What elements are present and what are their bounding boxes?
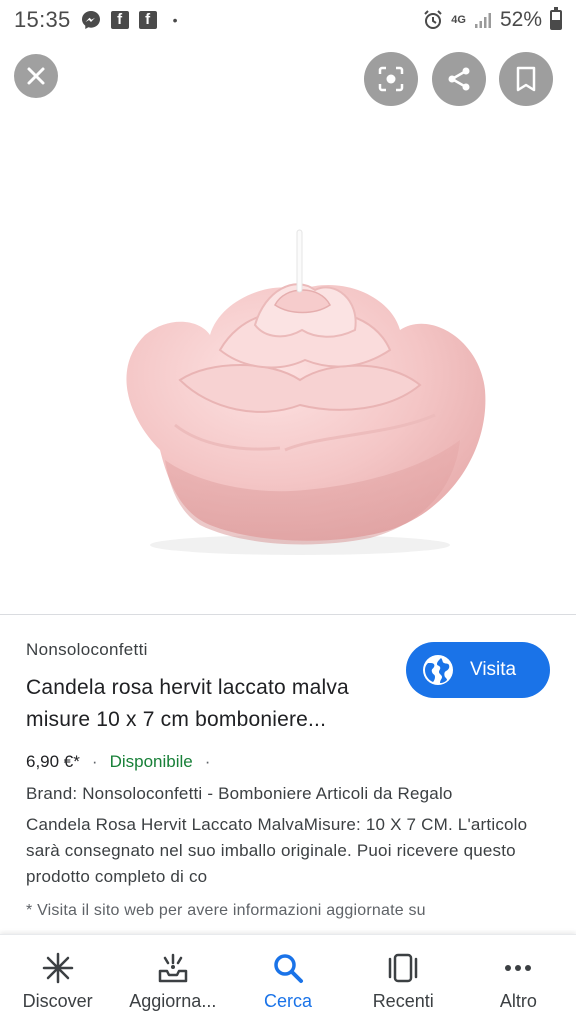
nav-discover[interactable]: Discover xyxy=(0,935,115,1024)
signal-icon xyxy=(474,11,492,29)
messenger-icon xyxy=(81,10,101,30)
nav-label: Discover xyxy=(22,991,93,1011)
network-indicator: 4G xyxy=(451,14,466,26)
nav-more[interactable]: Altro xyxy=(461,935,576,1024)
battery-icon xyxy=(550,7,562,30)
nav-label: Altro xyxy=(499,991,537,1011)
lens-button[interactable] xyxy=(364,52,418,106)
product-image[interactable] xyxy=(90,220,510,560)
alarm-icon xyxy=(423,10,443,30)
facebook-icon: f xyxy=(138,11,157,29)
trailing-separator: · xyxy=(204,752,211,771)
nav-recents[interactable]: Recenti xyxy=(346,935,461,1024)
asterisk-icon xyxy=(42,952,73,984)
dot-icon: • xyxy=(172,12,178,28)
share-icon xyxy=(448,67,470,91)
close-icon xyxy=(27,67,45,85)
recents-icon xyxy=(388,953,418,983)
divider xyxy=(0,614,576,615)
updates-icon xyxy=(158,953,188,983)
disclaimer-note: * Visita il sito web per avere informazi… xyxy=(26,902,426,919)
visit-button[interactable]: Visita xyxy=(406,642,550,698)
lens-icon xyxy=(378,66,404,92)
product-title[interactable]: Candela rosa hervit laccato malva misure… xyxy=(26,672,396,736)
share-button[interactable] xyxy=(432,52,486,106)
nav-label: Cerca xyxy=(264,991,313,1011)
visit-label: Visita xyxy=(470,659,517,680)
status-time: 15:35 xyxy=(14,7,71,32)
facebook-icon: f xyxy=(110,11,129,29)
product-details: Nonsoloconfetti Candela rosa hervit lacc… xyxy=(26,640,556,920)
nav-updates[interactable]: Aggiorna... xyxy=(115,935,230,1024)
battery-percent: 52% xyxy=(499,8,542,31)
separator: · xyxy=(91,752,98,771)
status-bar: 15:35 f f • 4G 52% xyxy=(0,0,576,40)
availability: Disponibile xyxy=(109,752,193,771)
bookmark-icon xyxy=(516,66,536,92)
nav-label: Recenti xyxy=(372,991,434,1011)
image-viewer xyxy=(0,40,576,614)
more-icon xyxy=(505,965,532,971)
search-icon xyxy=(274,954,303,983)
bottom-nav: Discover Aggiorna... Cerca Recenti Altro xyxy=(0,934,576,1024)
status-left: 15:35 f f • xyxy=(14,7,177,33)
status-right: 4G 52% xyxy=(423,7,562,32)
close-button[interactable] xyxy=(14,54,58,98)
price-row: 6,90 €* · Disponibile · xyxy=(26,752,556,772)
brand-line: Brand: Nonsoloconfetti - Bomboniere Arti… xyxy=(26,784,453,803)
price: 6,90 €* xyxy=(26,752,80,771)
nav-label: Aggiorna... xyxy=(129,991,217,1011)
nav-search[interactable]: Cerca xyxy=(230,935,345,1024)
globe-icon xyxy=(423,655,453,685)
product-description: Candela Rosa Hervit Laccato MalvaMisure:… xyxy=(26,815,528,886)
save-button[interactable] xyxy=(499,52,553,106)
